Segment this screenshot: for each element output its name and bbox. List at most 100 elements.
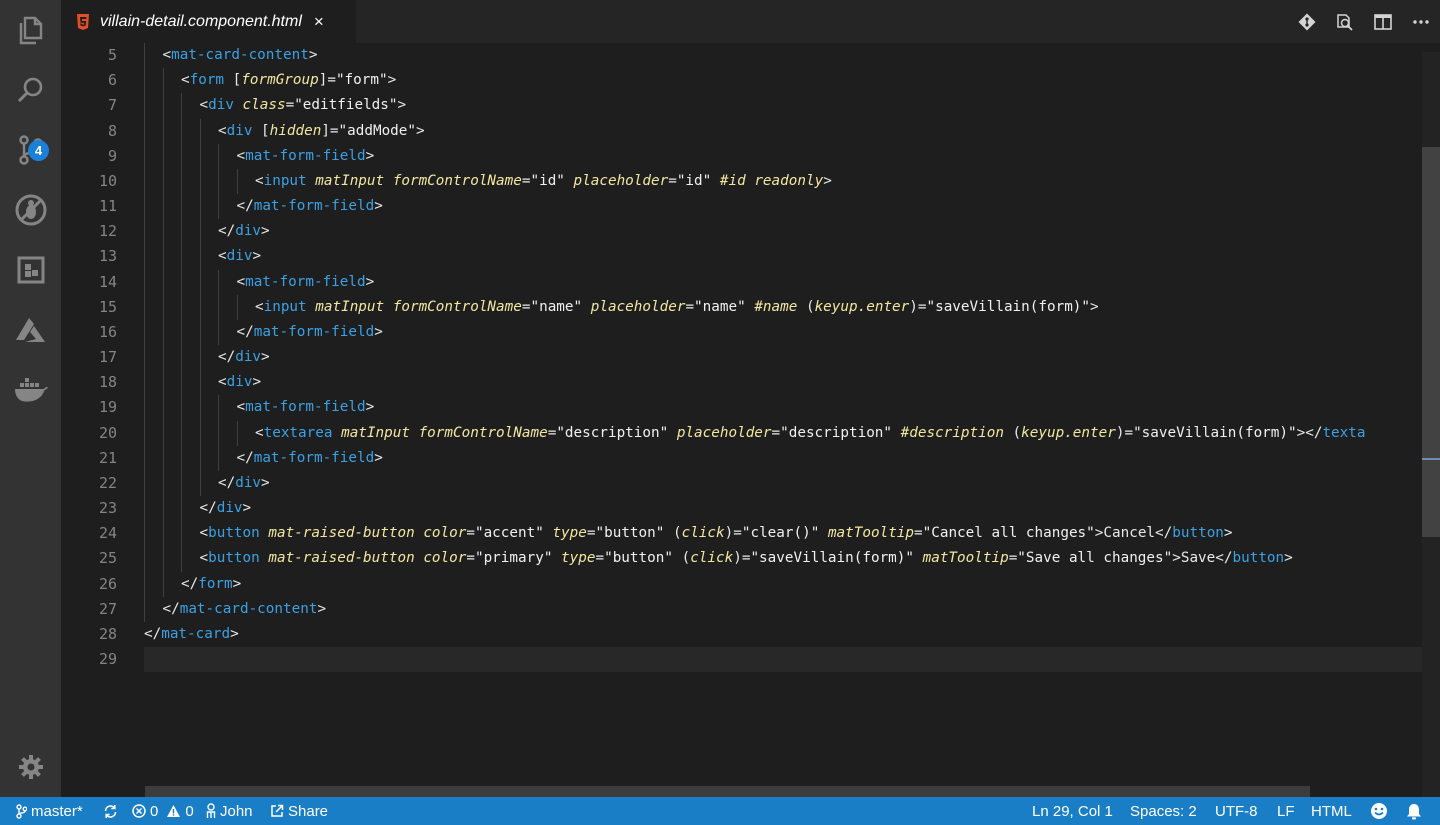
code-token: mat-form-field (245, 273, 366, 290)
encoding-label: UTF-8 (1215, 802, 1258, 820)
person-icon (206, 803, 216, 818)
code-token: ]= (318, 72, 336, 89)
code-line[interactable]: <mat-form-field> (144, 269, 1440, 295)
code-line[interactable]: <button mat-raised-button color="accent"… (144, 521, 1440, 547)
code-line[interactable]: </mat-card> (144, 622, 1440, 647)
search-button[interactable] (0, 60, 61, 120)
indent-guide (144, 496, 145, 522)
code-token: > (365, 147, 375, 164)
vertical-scrollbar[interactable] (1422, 52, 1440, 797)
share-button[interactable]: Share (270, 797, 328, 825)
problems-indicator[interactable]: 0 0 (132, 797, 194, 825)
extensions-button[interactable] (0, 240, 61, 300)
code-line[interactable] (144, 647, 1440, 673)
code-token: < (218, 122, 227, 139)
code-token: mat-raised-button (268, 525, 415, 542)
cursor-position[interactable]: Ln 29, Col 1 (1032, 797, 1113, 825)
code-line[interactable]: <mat-form-field> (144, 143, 1440, 169)
code-token: div (235, 474, 262, 491)
indent-guide (162, 93, 164, 119)
code-line[interactable]: <textarea matInput formControlName="desc… (144, 420, 1440, 446)
encoding-selector[interactable]: UTF-8 (1215, 797, 1258, 825)
code-line[interactable]: <input matInput formControlName="name" p… (144, 294, 1440, 320)
code-token: < (199, 550, 209, 567)
code-editor[interactable]: 5 6 7 8 9 10 11 12 13 14 15 16 17 18 19 20 21 22 23 24 25 26 2… (61, 43, 1440, 797)
indent-guide (199, 370, 201, 396)
code-token: input (263, 298, 307, 315)
code-line[interactable]: <div> (144, 370, 1440, 396)
gear-icon (18, 755, 43, 779)
code-token: "saveVillain(form)" (926, 298, 1091, 315)
code-line[interactable]: <div [hidden]="addMode"> (144, 118, 1440, 144)
code-line[interactable]: </form> (144, 571, 1440, 597)
html5-icon (77, 13, 89, 30)
code-token: "primary" (474, 550, 553, 567)
code-token: matInput (315, 172, 385, 189)
code-line[interactable]: </mat-form-field> (144, 445, 1440, 471)
code-line[interactable]: <mat-card-content> (144, 43, 1440, 69)
code-line[interactable]: <form [formGroup]="form"> (144, 68, 1440, 94)
indent-guide (181, 294, 182, 320)
horizontal-scrollbar-thumb[interactable] (145, 786, 1310, 797)
tab-bar: villain-detail.component.html × (61, 0, 1440, 43)
code-token: matTooltip (827, 525, 915, 542)
docker-button[interactable] (0, 360, 61, 420)
close-icon[interactable]: × (314, 13, 324, 30)
azure-button[interactable] (0, 300, 61, 360)
vertical-scrollbar-thumb[interactable] (1422, 147, 1440, 537)
line-number: 28 (98, 624, 117, 643)
code-token: < (255, 298, 264, 315)
branch-indicator[interactable]: master* (16, 797, 83, 825)
code-line[interactable]: </mat-card-content> (144, 596, 1440, 622)
source-control-button[interactable]: 4 (0, 120, 61, 180)
user-name: John (220, 802, 253, 820)
feedback-button[interactable] (1370, 797, 1388, 825)
code-token: = (586, 525, 596, 542)
open-changes-button[interactable] (1288, 0, 1326, 43)
code-line[interactable]: <div class="editfields"> (144, 93, 1440, 119)
code-token: class (242, 97, 286, 114)
indentation-selector[interactable]: Spaces: 2 (1130, 797, 1197, 825)
code-token: > (261, 223, 270, 240)
code-token: "Save all changes" (1017, 550, 1173, 567)
settings-button[interactable] (0, 737, 61, 797)
code-line[interactable]: </mat-form-field> (144, 319, 1440, 346)
live-share-user[interactable]: John (206, 797, 253, 825)
line-number: 15 (98, 297, 117, 316)
code-line[interactable]: <input matInput formControlName="id" pla… (144, 168, 1440, 195)
indent-guide (181, 168, 182, 195)
more-actions-button[interactable] (1402, 0, 1440, 43)
code-token: "Cancel all changes" (922, 525, 1095, 542)
code-line[interactable]: </div> (144, 345, 1440, 371)
code-token: mat-form-field (253, 198, 375, 215)
code-token: > (397, 97, 407, 114)
indent-guide (199, 420, 201, 446)
code-line[interactable]: <div> (144, 244, 1440, 270)
code-line[interactable]: <button mat-raised-button color="primary… (144, 546, 1440, 572)
notifications-button[interactable] (1406, 797, 1422, 825)
language-mode-selector[interactable]: HTML (1311, 797, 1352, 825)
code-line[interactable]: <mat-form-field> (144, 395, 1440, 421)
code-line[interactable]: </div> (144, 219, 1440, 245)
code-area[interactable]: <mat-card-content> <form [formGroup]="for… (144, 43, 1440, 673)
explorer-button[interactable] (0, 0, 61, 60)
indent-guide (218, 395, 219, 421)
indent-guide (181, 194, 182, 220)
indent-guide (144, 168, 145, 195)
editor-tab[interactable]: villain-detail.component.html × (61, 0, 356, 43)
debug-button[interactable] (0, 180, 61, 240)
sync-button[interactable] (103, 797, 118, 825)
line-number: 20 (98, 423, 117, 442)
indent-guide (162, 445, 164, 471)
split-editor-button[interactable] (1364, 0, 1402, 43)
code-token: </ (218, 223, 236, 240)
code-token: button (208, 550, 260, 567)
open-preview-button[interactable] (1326, 0, 1364, 43)
eol-selector[interactable]: LF (1277, 797, 1295, 825)
code-line[interactable]: </mat-form-field> (144, 194, 1440, 220)
indent-guide (144, 143, 145, 169)
code-line[interactable]: </div> (144, 470, 1440, 497)
code-line[interactable]: </div> (144, 496, 1440, 522)
code-token: </ (181, 575, 199, 592)
